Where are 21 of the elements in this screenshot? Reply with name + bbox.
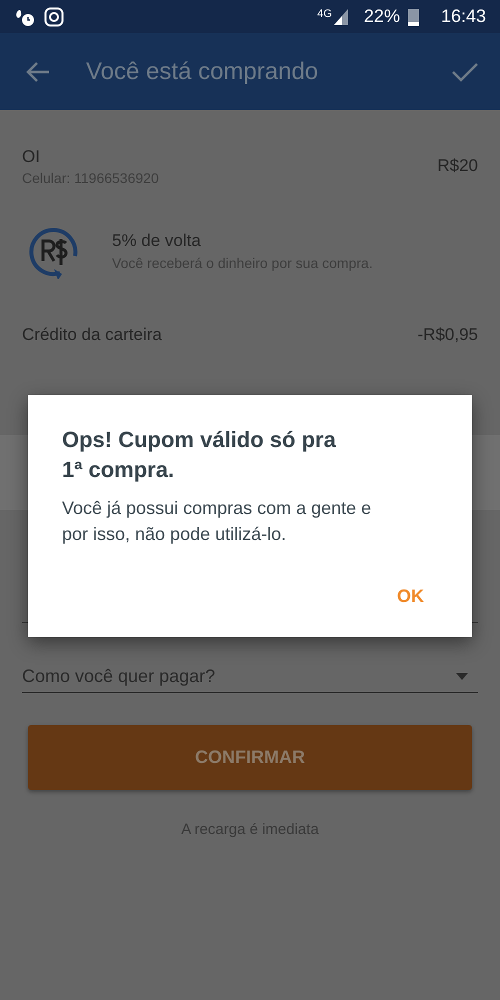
operator-name: OI — [22, 146, 40, 166]
dialog-message: Você já possui compras com a gente e por isso, não pode utilizá-lo. — [62, 497, 372, 546]
dropdown-arrow-icon — [456, 673, 468, 680]
app-icon — [44, 6, 64, 26]
check-icon[interactable] — [452, 62, 478, 82]
notification-icon — [14, 8, 36, 26]
credit-label: Crédito da carteira — [22, 325, 162, 345]
signal-icon — [334, 8, 348, 24]
price: R$20 — [437, 156, 478, 176]
screen-title: Você está comprando — [86, 58, 320, 86]
confirm-button[interactable]: CONFIRMAR — [28, 725, 472, 790]
cashback-title: 5% de volta — [112, 231, 201, 250]
network-type: 4G — [317, 8, 332, 20]
back-arrow-icon[interactable] — [26, 60, 50, 82]
battery-icon — [408, 8, 419, 26]
credit-amount: -R$0,95 — [418, 325, 478, 345]
ok-button[interactable]: OK — [385, 582, 436, 611]
battery-level: 22% — [364, 6, 400, 27]
clock: 16:43 — [440, 6, 486, 27]
dialog-title: Ops! Cupom válido só pra 1ª compra. — [62, 426, 337, 484]
payment-dropdown[interactable]: Como você quer pagar? — [22, 666, 478, 693]
